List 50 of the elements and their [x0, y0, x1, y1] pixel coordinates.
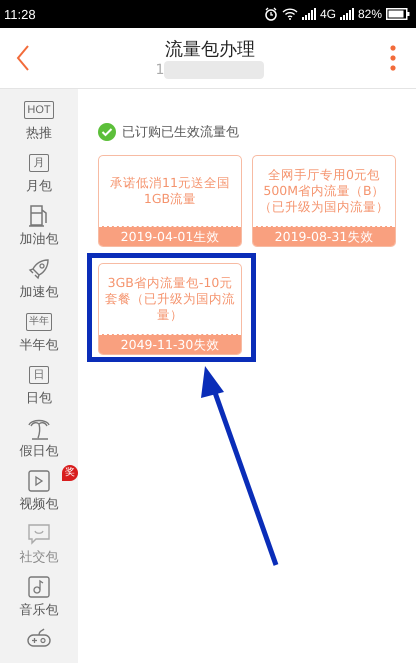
music-note-icon [28, 576, 50, 598]
package-date: 2019-04-01生效 [99, 226, 241, 246]
battery-icon [386, 8, 410, 20]
sidebar-item[interactable]: 加速包 [0, 252, 78, 305]
package-name: 全网手厅专用0元包500M省内流量（B）（已升级为国内流量） [258, 166, 390, 216]
check-circle-icon [98, 123, 116, 141]
battery-percent: 82% [358, 7, 382, 21]
category-icon: 日 [29, 366, 49, 384]
rocket-icon [28, 258, 50, 280]
sidebar-item[interactable]: 音乐包 [0, 570, 78, 623]
reward-badge: 奖 [62, 465, 78, 481]
sidebar-item[interactable]: 半年 半年包 [0, 305, 78, 358]
category-icon: HOT [24, 101, 54, 119]
fuel-pump-icon [29, 205, 49, 227]
sidebar-label: 加速包 [20, 284, 58, 301]
sidebar-label: 月包 [26, 178, 52, 195]
wifi-icon [282, 8, 298, 20]
package-name: 3GB省内流量包-10元套餐（已升级为国内流量） [104, 274, 236, 324]
signal-icon [302, 8, 316, 20]
category-icon: 半年 [26, 313, 52, 331]
sidebar-item[interactable]: HOT 热推 [0, 93, 78, 146]
section-title: 已订购已生效流量包 [122, 124, 239, 141]
sidebar-label: 加油包 [20, 231, 58, 248]
alarm-icon [264, 7, 278, 21]
sidebar-label: 热推 [26, 125, 52, 142]
network-type: 4G [320, 7, 336, 21]
sidebar-label: 假日包 [20, 443, 58, 460]
sidebar-label: 半年包 [20, 337, 58, 354]
sidebar-item[interactable]: 奖 视频包 [0, 464, 78, 517]
sidebar-item[interactable]: 假日包 [0, 411, 78, 464]
sidebar-label: 日包 [26, 390, 52, 407]
sidebar-label: 社交包 [20, 549, 58, 566]
category-icon: 月 [29, 154, 49, 172]
more-button[interactable] [390, 45, 396, 71]
back-button[interactable] [16, 45, 30, 71]
package-date: 2019-08-31失效 [253, 226, 395, 246]
gamepad-icon[interactable] [26, 628, 52, 648]
package-name: 承诺低消11元送全国1GB流量 [109, 174, 231, 208]
phone-number: 1 [156, 62, 164, 78]
sidebar-item[interactable]: 月 月包 [0, 146, 78, 199]
page-title: 流量包办理 [164, 38, 255, 61]
sidebar-label: 音乐包 [20, 602, 58, 619]
sidebar-label: 视频包 [20, 496, 58, 513]
status-time: 11:28 [4, 6, 36, 22]
chat-smile-icon [27, 523, 51, 545]
play-icon [28, 470, 50, 492]
sidebar-item[interactable]: 加油包 [0, 199, 78, 252]
sidebar-item[interactable]: 日 日包 [0, 358, 78, 411]
package-date: 2049-11-30失效 [99, 334, 241, 354]
signal-icon [340, 8, 354, 20]
